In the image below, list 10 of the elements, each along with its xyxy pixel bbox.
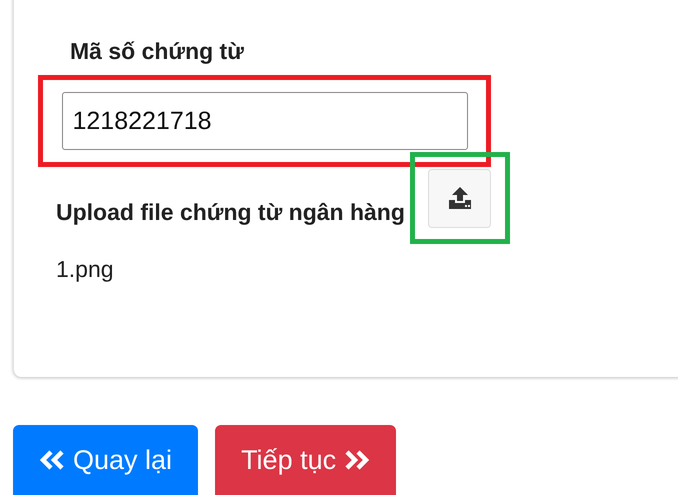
upload-label: Upload file chứng từ ngân hàng xyxy=(56,198,405,226)
file-name: 1.png xyxy=(56,256,115,283)
double-chevron-right-icon xyxy=(344,449,370,471)
double-chevron-left-icon xyxy=(39,449,65,471)
code-input-field[interactable]: 1218221718 xyxy=(62,92,468,150)
back-button[interactable]: Quay lại xyxy=(13,425,198,495)
upload-button[interactable] xyxy=(428,168,492,228)
code-label: Mã số chứng từ xyxy=(70,38,245,65)
upload-icon xyxy=(446,186,473,210)
next-button[interactable]: Tiếp tục xyxy=(215,425,396,495)
